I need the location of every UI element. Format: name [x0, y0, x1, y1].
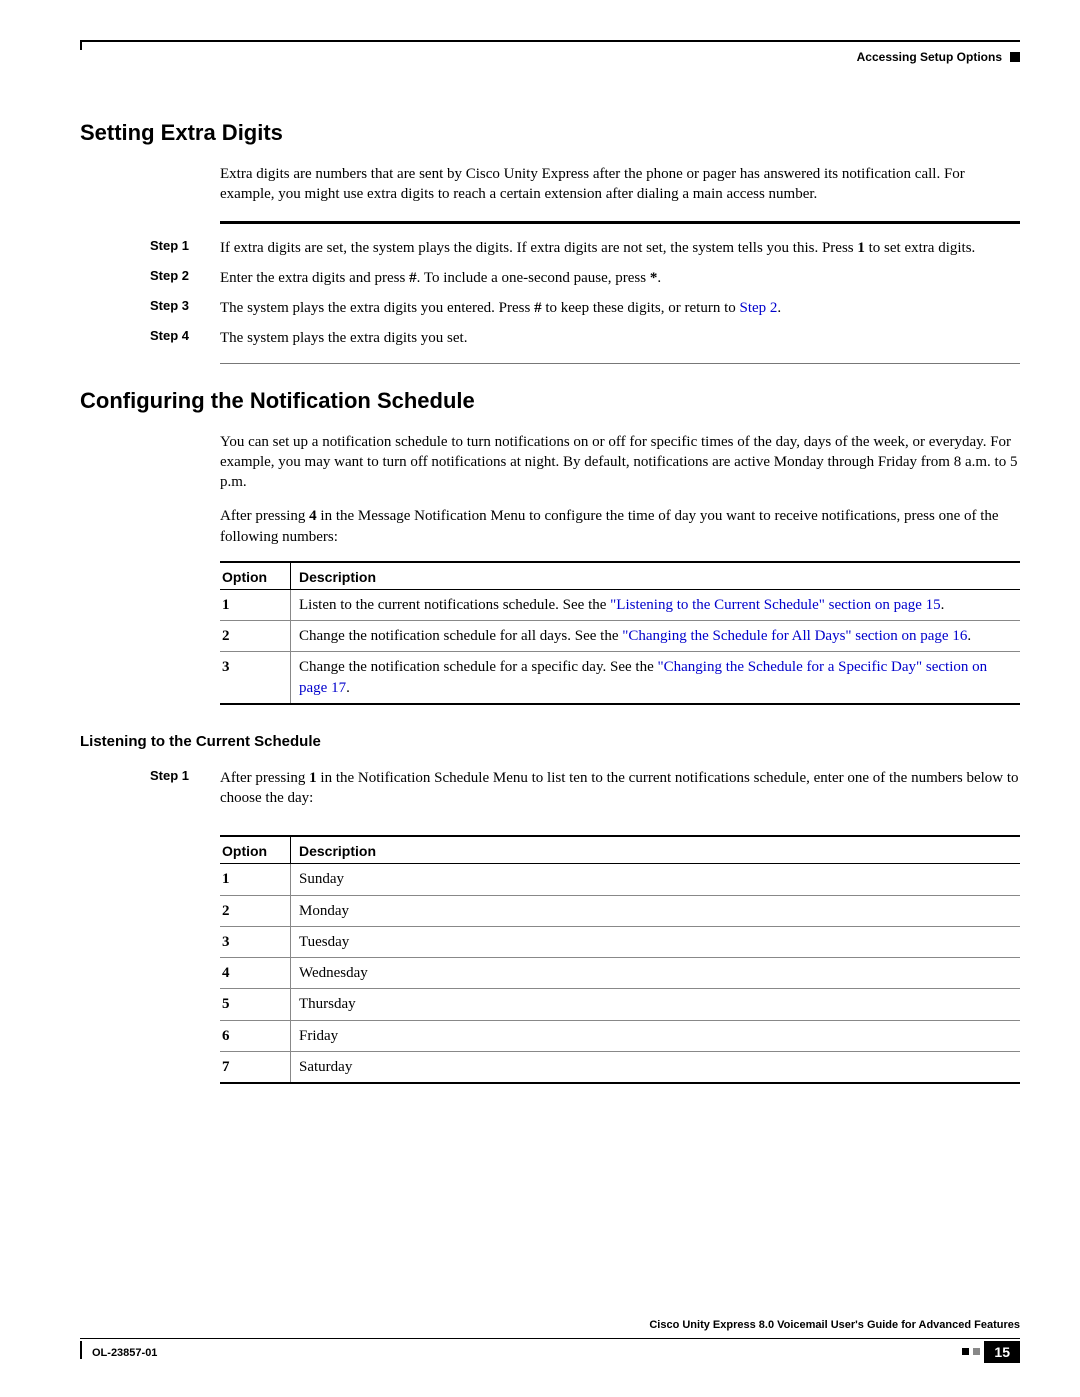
- cell-option: 2: [220, 895, 291, 926]
- step-row: Step 4 The system plays the extra digits…: [80, 328, 1020, 348]
- footer-tick: [80, 1341, 82, 1359]
- cell-option: 7: [220, 1051, 291, 1083]
- cell-desc: Change the notification schedule for a s…: [291, 652, 1021, 704]
- table-row: 3Tuesday: [220, 926, 1020, 957]
- paragraph: You can set up a notification schedule t…: [220, 432, 1020, 493]
- link-listen-schedule[interactable]: "Listening to the Current Schedule" sect…: [610, 597, 941, 613]
- step-row: Step 3 The system plays the extra digits…: [80, 298, 1020, 318]
- cell-option: 3: [220, 652, 291, 704]
- header-section: Accessing Setup Options: [857, 50, 1020, 64]
- cell-desc: Saturday: [291, 1051, 1021, 1083]
- options-table-2: Option Description 1Sunday 2Monday 3Tues…: [220, 835, 1020, 1084]
- step-label: Step 2: [150, 268, 220, 288]
- square-icon: [973, 1348, 980, 1355]
- step-label: Step 4: [150, 328, 220, 348]
- step-row: Step 2 Enter the extra digits and press …: [80, 268, 1020, 288]
- col-option: Option: [220, 836, 291, 864]
- paragraph: After pressing 4 in the Message Notifica…: [220, 506, 1020, 547]
- options-table-1: Option Description 1 Listen to the curre…: [220, 561, 1020, 705]
- cell-desc: Friday: [291, 1020, 1021, 1051]
- table-row: 7Saturday: [220, 1051, 1020, 1083]
- content: Setting Extra Digits Extra digits are nu…: [80, 120, 1020, 1084]
- cell-option: 6: [220, 1020, 291, 1051]
- table-row: 3 Change the notification schedule for a…: [220, 652, 1020, 704]
- step-label: Step 1: [150, 768, 220, 809]
- table-header-row: Option Description: [220, 836, 1020, 864]
- step-body: The system plays the extra digits you en…: [220, 298, 1020, 318]
- step-body: Enter the extra digits and press #. To i…: [220, 268, 1020, 288]
- step-body: If extra digits are set, the system play…: [220, 238, 1020, 258]
- heading-setting-extra-digits: Setting Extra Digits: [80, 120, 1020, 146]
- step-body: The system plays the extra digits you se…: [220, 328, 1020, 348]
- rule-start: [220, 221, 1020, 224]
- col-option: Option: [220, 562, 291, 590]
- table-row: 1 Listen to the current notifications sc…: [220, 589, 1020, 620]
- link-change-all-days[interactable]: "Changing the Schedule for All Days" sec…: [622, 628, 967, 644]
- table-row: 1Sunday: [220, 864, 1020, 895]
- table-header-row: Option Description: [220, 562, 1020, 590]
- col-description: Description: [291, 836, 1021, 864]
- link-step2[interactable]: Step 2: [739, 300, 777, 316]
- cell-desc: Listen to the current notifications sche…: [291, 589, 1021, 620]
- cell-option: 5: [220, 989, 291, 1020]
- cell-desc: Monday: [291, 895, 1021, 926]
- table-row: 4Wednesday: [220, 958, 1020, 989]
- page: Accessing Setup Options Setting Extra Di…: [0, 0, 1080, 1397]
- step-label: Step 1: [150, 238, 220, 258]
- footer-doc-title: Cisco Unity Express 8.0 Voicemail User's…: [649, 1319, 1020, 1331]
- step-label: Step 3: [150, 298, 220, 318]
- square-icon: [962, 1348, 969, 1355]
- cell-option: 2: [220, 621, 291, 652]
- paragraph: Extra digits are numbers that are sent b…: [220, 164, 1020, 205]
- cell-desc: Wednesday: [291, 958, 1021, 989]
- header-square-icon: [1010, 52, 1020, 62]
- step-row: Step 1 After pressing 1 in the Notificat…: [80, 768, 1020, 809]
- cell-option: 4: [220, 958, 291, 989]
- header-tick: [80, 40, 82, 50]
- cell-desc: Change the notification schedule for all…: [291, 621, 1021, 652]
- col-description: Description: [291, 562, 1021, 590]
- table-row: 2Monday: [220, 895, 1020, 926]
- table-row: 5Thursday: [220, 989, 1020, 1020]
- header-section-text: Accessing Setup Options: [857, 50, 1002, 64]
- heading-config-notification: Configuring the Notification Schedule: [80, 388, 1020, 414]
- step-row: Step 1 If extra digits are set, the syst…: [80, 238, 1020, 258]
- cell-desc: Sunday: [291, 864, 1021, 895]
- cell-desc: Tuesday: [291, 926, 1021, 957]
- footer-squares: [962, 1348, 980, 1355]
- rule-end: [220, 363, 1020, 364]
- cell-option: 1: [220, 864, 291, 895]
- heading-listening-current: Listening to the Current Schedule: [80, 733, 1020, 750]
- cell-option: 1: [220, 589, 291, 620]
- table-row: 2 Change the notification schedule for a…: [220, 621, 1020, 652]
- step-body: After pressing 1 in the Notification Sch…: [220, 768, 1020, 809]
- table-row: 6Friday: [220, 1020, 1020, 1051]
- cell-option: 3: [220, 926, 291, 957]
- cell-desc: Thursday: [291, 989, 1021, 1020]
- page-number: 15: [984, 1341, 1020, 1363]
- footer-docid: OL-23857-01: [92, 1347, 157, 1359]
- header-rule: [80, 40, 1020, 42]
- footer-rule: [80, 1338, 1020, 1340]
